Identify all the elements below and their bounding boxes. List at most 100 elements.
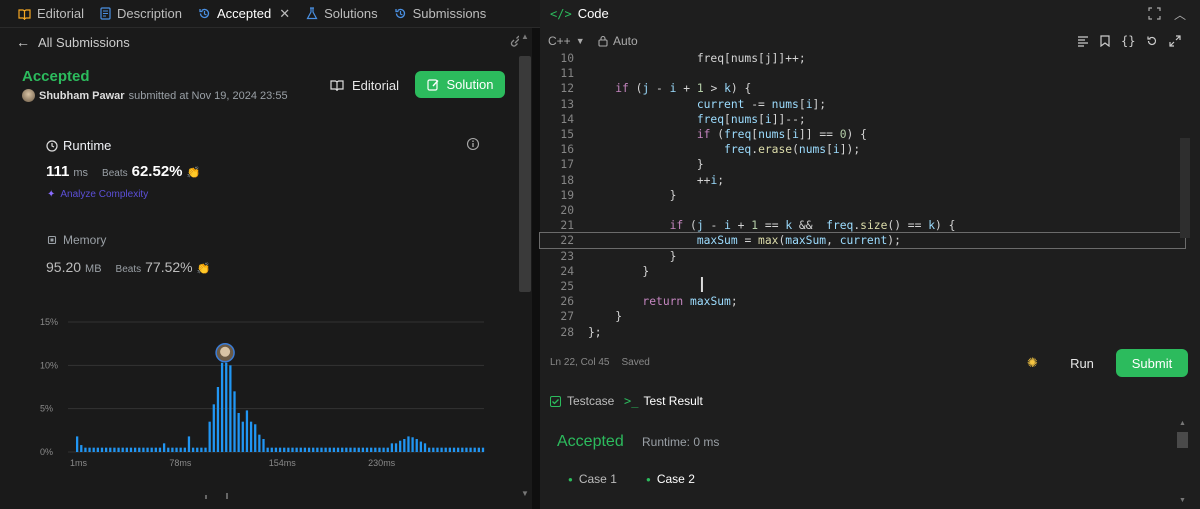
- code-line[interactable]: 24 }: [540, 264, 1185, 279]
- collapse-icon[interactable]: ︿: [1174, 6, 1186, 23]
- code-line[interactable]: 26 return maxSum;: [540, 294, 1185, 309]
- tab-testcase[interactable]: Testcase: [550, 394, 614, 408]
- code-line[interactable]: 28};: [540, 325, 1185, 340]
- user-avatar-face: [220, 346, 231, 357]
- chart-bar: [129, 447, 133, 452]
- y-tick-label: 15%: [40, 317, 58, 327]
- line-number: 27: [560, 310, 574, 324]
- chart-bar: [477, 447, 480, 452]
- memory-header[interactable]: Memory: [46, 233, 106, 247]
- code-line[interactable]: 14 freq[nums[i]]--;: [540, 112, 1185, 127]
- close-tab-icon[interactable]: ✕: [279, 6, 290, 22]
- code-line[interactable]: 20: [540, 203, 1185, 218]
- code-line[interactable]: 21 if (j - i + 1 == k && freq.size() == …: [540, 218, 1185, 233]
- all-submissions-link[interactable]: ← All Submissions: [16, 34, 130, 50]
- arrow-left-icon: ←: [16, 34, 30, 50]
- code-tab[interactable]: </> Code: [550, 6, 609, 21]
- code-text[interactable]: ++i;: [588, 173, 724, 188]
- code-line[interactable]: 23 }: [540, 249, 1185, 264]
- scroll-down-icon[interactable]: ▼: [1179, 497, 1186, 504]
- code-text[interactable]: freq.erase(nums[i]);: [588, 142, 860, 157]
- code-text[interactable]: return maxSum;: [588, 294, 737, 309]
- expand-icon[interactable]: [1148, 7, 1161, 20]
- code-text[interactable]: if (freq[nums[i]] == 0) {: [588, 127, 867, 142]
- memory-stat[interactable]: 95.20 MB Beats 77.52% 👏: [46, 259, 210, 275]
- format-icon[interactable]: [1077, 35, 1089, 47]
- code-line[interactable]: 27 }: [540, 309, 1185, 324]
- code-line[interactable]: 12 if (j - i + 1 > k) {: [540, 81, 1185, 96]
- chart-bar: [357, 447, 360, 452]
- analyze-complexity-link[interactable]: ✦ Analyze Complexity: [47, 189, 148, 200]
- scroll-up-icon[interactable]: ▲: [1179, 420, 1186, 427]
- code-line[interactable]: 22 maxSum = max(maxSum, current);: [539, 232, 1186, 250]
- line-number: 10: [560, 52, 574, 65]
- chart-bar: [378, 447, 381, 452]
- chart-bar: [241, 421, 244, 452]
- left-scrollbar-thumb[interactable]: [519, 56, 531, 292]
- code-line[interactable]: 25: [540, 279, 1185, 294]
- code-line[interactable]: 10 freq[nums[j]]++;: [540, 51, 1185, 66]
- chart-bar: [336, 447, 340, 452]
- clap-icon: 👏: [196, 263, 211, 275]
- code-line[interactable]: 16 freq.erase(nums[i]);: [540, 142, 1185, 157]
- chart-bar: [84, 447, 87, 452]
- code-line[interactable]: 11: [540, 66, 1185, 81]
- code-text[interactable]: maxSum = max(maxSum, current);: [588, 233, 901, 248]
- auto-mode[interactable]: Auto: [598, 34, 638, 48]
- braces-icon[interactable]: {}: [1121, 34, 1135, 48]
- run-button[interactable]: Run: [1058, 350, 1106, 376]
- code-line[interactable]: 17 }: [540, 157, 1185, 172]
- chart-bar: [465, 447, 468, 452]
- line-number: 21: [560, 219, 574, 233]
- code-text[interactable]: if (j - i + 1 > k) {: [588, 81, 751, 96]
- tab-test-result[interactable]: >_ Test Result: [624, 394, 703, 408]
- code-text[interactable]: }: [588, 188, 677, 203]
- code-text[interactable]: }: [588, 157, 704, 172]
- solution-button[interactable]: Solution: [415, 71, 505, 98]
- code-line[interactable]: 13 current -= nums[i];: [540, 97, 1185, 112]
- editorial-button[interactable]: Editorial: [330, 72, 399, 98]
- chart-bar: [183, 447, 186, 452]
- code-editor[interactable]: 10 freq[nums[j]]++; 11 12 if (j - i + 1 > …: [539, 50, 1200, 340]
- runtime-distribution-chart[interactable]: 15% 10% 5% 0% 1ms 78ms 154ms 230ms: [32, 312, 502, 472]
- avatar[interactable]: [22, 89, 35, 102]
- tab-solutions[interactable]: Solutions: [306, 6, 378, 21]
- code-text[interactable]: current -= nums[i];: [588, 97, 826, 112]
- result-scrollbar-thumb[interactable]: [1177, 432, 1188, 448]
- code-line[interactable]: 19 }: [540, 188, 1185, 203]
- code-line[interactable]: 18 ++i;: [540, 173, 1185, 188]
- info-icon[interactable]: [466, 137, 480, 151]
- chart-bar: [411, 437, 414, 452]
- debug-icon[interactable]: ✺: [1027, 355, 1038, 371]
- left-scrollbar[interactable]: ▲ ▼: [519, 30, 531, 508]
- code-line[interactable]: 15 if (freq[nums[i]] == 0) {: [540, 127, 1185, 142]
- chart-bar: [295, 447, 298, 452]
- tab-accepted[interactable]: Accepted ✕: [198, 6, 290, 22]
- document-icon: [100, 7, 111, 20]
- scroll-down-icon[interactable]: ▼: [521, 489, 529, 498]
- scroll-up-icon[interactable]: ▲: [521, 32, 529, 41]
- code-icon: </>: [550, 6, 572, 21]
- case-1-tab[interactable]: ● Case 1: [568, 472, 617, 486]
- tab-submissions[interactable]: Submissions: [394, 6, 486, 21]
- line-number: 18: [560, 173, 574, 187]
- case-2-tab[interactable]: ● Case 2: [646, 472, 695, 486]
- code-text[interactable]: };: [588, 325, 602, 340]
- bookmark-icon[interactable]: [1100, 35, 1110, 47]
- code-text[interactable]: }: [588, 249, 677, 264]
- submit-button[interactable]: Submit: [1116, 349, 1188, 377]
- code-text[interactable]: if (j - i + 1 == k && freq.size() == k) …: [588, 218, 956, 233]
- code-text[interactable]: freq[nums[j]]++;: [588, 51, 806, 66]
- code-text[interactable]: }: [588, 264, 649, 279]
- chart-bar: [179, 447, 182, 452]
- editor-scrollbar-thumb[interactable]: [1180, 138, 1190, 238]
- fullscreen-icon[interactable]: [1169, 35, 1182, 47]
- tab-description[interactable]: Description: [100, 6, 182, 21]
- code-text[interactable]: }: [588, 309, 622, 324]
- tab-editorial[interactable]: Editorial: [18, 6, 84, 21]
- code-text[interactable]: freq[nums[i]]--;: [588, 112, 806, 127]
- chart-bar: [291, 447, 294, 452]
- reset-icon[interactable]: [1146, 35, 1158, 47]
- runtime-stat: 111 ms Beats 62.52% 👏: [46, 163, 201, 180]
- language-select[interactable]: C++ ▼: [548, 34, 585, 48]
